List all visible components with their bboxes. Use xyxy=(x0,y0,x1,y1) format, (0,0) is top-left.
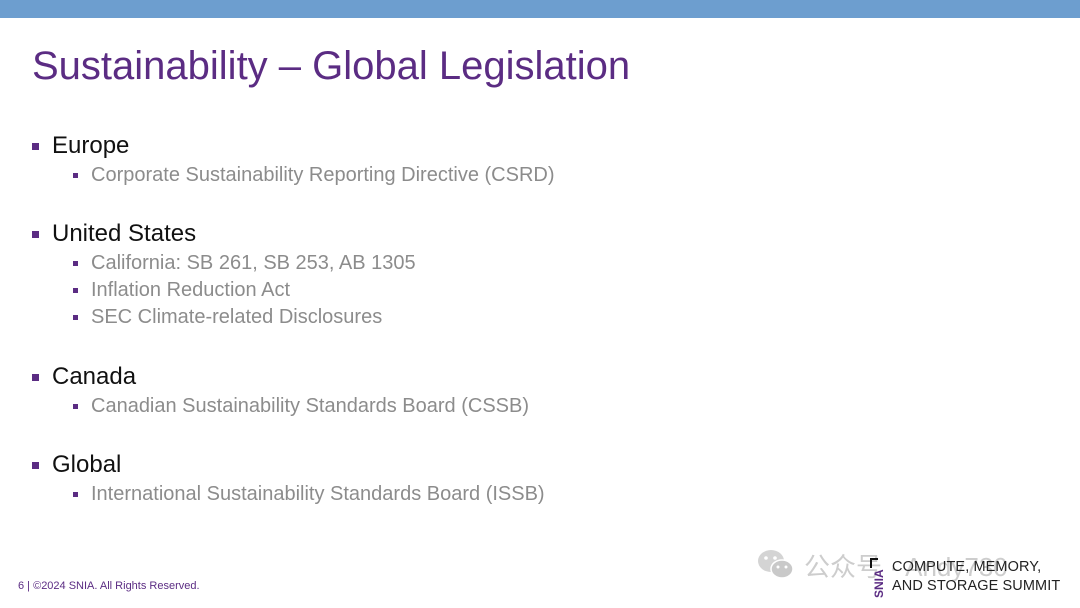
bullet-square-icon xyxy=(73,491,78,497)
region-heading: Global xyxy=(32,450,121,480)
list-item: Inflation Reduction Act xyxy=(73,277,290,303)
bullet-square-icon xyxy=(32,230,39,238)
snia-logo-icon: SNIA xyxy=(870,558,886,598)
list-item-label: International Sustainability Standards B… xyxy=(91,482,545,505)
wechat-icon xyxy=(758,550,794,579)
region-heading: United States xyxy=(32,219,196,249)
bullet-square-icon xyxy=(73,172,78,178)
list-item-label: SEC Climate-related Disclosures xyxy=(91,305,383,328)
region-label: Global xyxy=(52,451,122,478)
list-item: California: SB 261, SB 253, AB 1305 xyxy=(73,250,416,276)
region-label: Europe xyxy=(52,132,130,159)
bullet-square-icon xyxy=(32,142,39,150)
snia-summit-logo: SNIA COMPUTE, MEMORY, AND STORAGE SUMMIT xyxy=(868,556,1073,598)
region-heading: Canada xyxy=(32,362,136,392)
list-item: Canadian Sustainability Standards Board … xyxy=(73,393,529,419)
list-item-label: Corporate Sustainability Reporting Direc… xyxy=(91,163,555,186)
region-label: United States xyxy=(52,220,197,247)
region-label: Canada xyxy=(52,363,137,390)
list-item-label: Inflation Reduction Act xyxy=(91,278,291,301)
bullet-square-icon xyxy=(32,373,39,381)
summit-name: COMPUTE, MEMORY, AND STORAGE SUMMIT xyxy=(892,558,1060,596)
list-item: International Sustainability Standards B… xyxy=(73,481,545,507)
bullet-square-icon xyxy=(73,403,78,409)
bullet-square-icon xyxy=(73,260,78,266)
summit-line-2: AND STORAGE SUMMIT xyxy=(892,578,1061,594)
list-item-label: Canadian Sustainability Standards Board … xyxy=(91,394,530,417)
slide-footer: 6 | ©2024 SNIA. All Rights Reserved. xyxy=(18,580,200,592)
top-banner xyxy=(0,0,1080,18)
bullet-square-icon xyxy=(32,461,39,469)
list-item: Corporate Sustainability Reporting Direc… xyxy=(73,162,555,188)
list-item-label: California: SB 261, SB 253, AB 1305 xyxy=(91,251,416,274)
summit-line-1: COMPUTE, MEMORY, xyxy=(892,559,1042,575)
region-heading: Europe xyxy=(32,131,129,161)
list-item: SEC Climate-related Disclosures xyxy=(73,304,382,330)
bullet-square-icon xyxy=(73,287,78,293)
snia-mark: SNIA xyxy=(872,569,886,598)
slide-title: Sustainability – Global Legislation xyxy=(32,44,631,88)
bullet-square-icon xyxy=(73,314,78,320)
